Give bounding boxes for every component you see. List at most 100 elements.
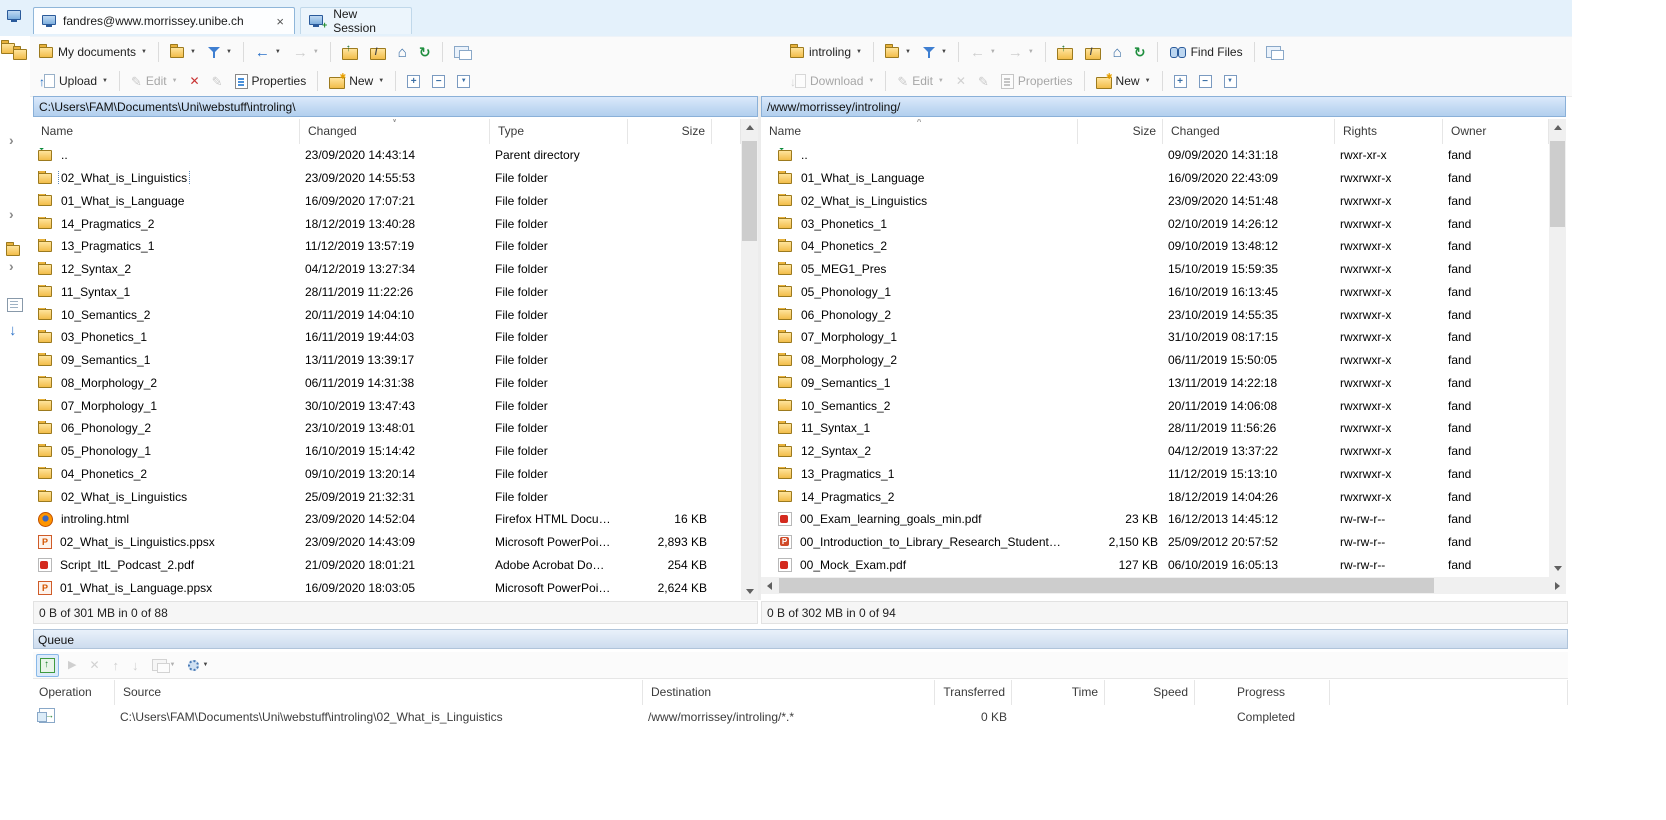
filter-button[interactable]: ▼: [203, 42, 237, 62]
home-directory-button[interactable]: ⌂: [393, 41, 412, 64]
table-row[interactable]: 11_Syntax_1 28/11/2019 11:22:26 File fol…: [33, 281, 741, 304]
table-row[interactable]: 06_Phonology_2 23/10/2019 14:55:35 rwxrw…: [761, 303, 1549, 326]
file-name-cell[interactable]: 08_Morphology_2: [761, 353, 1078, 367]
rename-button[interactable]: ✎: [207, 71, 228, 92]
scrollbar-thumb[interactable]: [742, 141, 757, 241]
download-button[interactable]: Download ▼: [785, 70, 879, 92]
table-row[interactable]: 04_Phonetics_2 09/10/2019 13:20:14 File …: [33, 463, 741, 486]
column-header-type[interactable]: Type: [490, 119, 628, 144]
queue-operations-button[interactable]: ▼: [148, 655, 180, 675]
refresh-button[interactable]: ↻: [414, 41, 436, 63]
remote-unselect-button[interactable]: −: [1194, 71, 1217, 92]
table-row[interactable]: 05_Phonology_1 16/10/2019 15:14:42 File …: [33, 440, 741, 463]
file-name-cell[interactable]: 08_Morphology_2: [33, 376, 300, 390]
table-row[interactable]: 09_Semantics_1 13/11/2019 13:39:17 File …: [33, 349, 741, 372]
file-name-cell[interactable]: 00_Introduction_to_Library_Research_Stud…: [761, 535, 1078, 549]
table-row[interactable]: 14_Pragmatics_2 18/12/2019 14:04:26 rwxr…: [761, 485, 1549, 508]
remote-forward-button[interactable]: → ▼: [1003, 41, 1039, 64]
table-row[interactable]: 11_Syntax_1 28/11/2019 11:56:26 rwxrwxr-…: [761, 417, 1549, 440]
forward-button[interactable]: → ▼: [288, 41, 324, 64]
table-row[interactable]: 01_What_is_Language 16/09/2020 17:07:21 …: [33, 190, 741, 213]
close-tab-icon[interactable]: ×: [274, 15, 286, 28]
table-row[interactable]: 09_Semantics_1 13/11/2019 14:22:18 rwxrw…: [761, 372, 1549, 395]
file-name-cell[interactable]: 09_Semantics_1: [761, 376, 1078, 390]
remote-file-list[interactable]: .. 09/09/2020 14:31:18 rwxr-xr-x fand 01…: [761, 144, 1549, 576]
file-name-cell[interactable]: 02_What_is_Linguistics: [33, 490, 300, 504]
file-name-cell[interactable]: ..: [761, 148, 1078, 162]
open-in-new-window-button[interactable]: [449, 42, 474, 62]
queue-header-speed[interactable]: Speed: [1105, 680, 1195, 705]
table-row[interactable]: 00_Mock_Exam.pdf 127 KB 06/10/2019 16:05…: [761, 554, 1549, 577]
remote-path-bar[interactable]: /www/morrissey/introling/: [761, 96, 1566, 117]
file-name-cell[interactable]: 05_Phonology_1: [33, 444, 300, 458]
table-row[interactable]: 02_What_is_Linguistics 23/09/2020 14:55:…: [33, 167, 741, 190]
file-name-cell[interactable]: 02_What_is_Linguistics.ppsx: [33, 535, 300, 549]
file-name-cell[interactable]: 01_What_is_Language: [33, 194, 300, 208]
vertical-scrollbar[interactable]: [741, 119, 758, 600]
remote-rename-button[interactable]: ✎: [973, 71, 994, 92]
table-row[interactable]: 03_Phonetics_1 16/11/2019 19:44:03 File …: [33, 326, 741, 349]
local-drive-combo[interactable]: My documents ▼: [34, 41, 152, 63]
table-row[interactable]: 10_Semantics_2 20/11/2019 14:06:08 rwxrw…: [761, 394, 1549, 417]
table-row[interactable]: 06_Phonology_2 23/10/2019 13:48:01 File …: [33, 417, 741, 440]
file-name-cell[interactable]: introling.html: [33, 512, 300, 527]
table-row[interactable]: 07_Morphology_1 31/10/2019 08:17:15 rwxr…: [761, 326, 1549, 349]
column-header-size[interactable]: Size: [1078, 119, 1163, 144]
remote-back-button[interactable]: → ▼: [965, 41, 1001, 64]
file-name-cell[interactable]: 01_What_is_Language: [761, 171, 1078, 185]
table-row[interactable]: 10_Semantics_2 20/11/2019 14:04:10 File …: [33, 303, 741, 326]
delete-button[interactable]: ✕: [185, 71, 205, 91]
remote-root-directory-button[interactable]: [1080, 41, 1106, 64]
file-name-cell[interactable]: ..: [33, 148, 300, 162]
file-name-cell[interactable]: 13_Pragmatics_1: [761, 467, 1078, 481]
table-row[interactable]: 12_Syntax_2 04/12/2019 13:27:34 File fol…: [33, 258, 741, 281]
selection-menu-button[interactable]: ▼: [452, 71, 475, 92]
column-header-changed[interactable]: ∨Changed: [300, 119, 490, 144]
file-name-cell[interactable]: 07_Morphology_1: [761, 330, 1078, 344]
table-row[interactable]: 08_Morphology_2 06/11/2019 14:31:38 File…: [33, 372, 741, 395]
new-session-tab[interactable]: + New Session: [300, 7, 412, 34]
scroll-up-button[interactable]: [1549, 119, 1566, 136]
remote-home-directory-button[interactable]: ⌂: [1108, 41, 1127, 64]
file-name-cell[interactable]: 02_What_is_Linguistics: [761, 194, 1078, 208]
session-tab[interactable]: fandres@www.morrissey.unibe.ch ×: [33, 7, 295, 34]
scroll-down-button[interactable]: [1549, 560, 1566, 577]
find-files-button[interactable]: Find Files: [1164, 41, 1248, 63]
queue-resume-button[interactable]: ▶: [64, 656, 80, 675]
root-directory-button[interactable]: [365, 41, 391, 64]
remote-open-directory-button[interactable]: ▼: [880, 42, 916, 63]
table-row[interactable]: 00_Introduction_to_Library_Research_Stud…: [761, 531, 1549, 554]
remote-filter-button[interactable]: ▼: [918, 42, 952, 62]
scrollbar-thumb[interactable]: [779, 578, 1434, 593]
table-row[interactable]: 01_What_is_Language.ppsx 16/09/2020 18:0…: [33, 576, 741, 599]
file-name-cell[interactable]: 11_Syntax_1: [761, 421, 1078, 435]
file-name-cell[interactable]: 00_Exam_learning_goals_min.pdf: [761, 512, 1078, 526]
queue-move-down-button[interactable]: ↓: [128, 655, 143, 676]
table-row[interactable]: 02_What_is_Linguistics 23/09/2020 14:51:…: [761, 190, 1549, 213]
remote-edit-button[interactable]: ✎ Edit ▼: [892, 70, 949, 92]
file-name-cell[interactable]: 09_Semantics_1: [33, 353, 300, 367]
file-name-cell[interactable]: 11_Syntax_1: [33, 285, 300, 299]
table-row[interactable]: 04_Phonetics_2 09/10/2019 13:48:12 rwxrw…: [761, 235, 1549, 258]
table-row[interactable]: 14_Pragmatics_2 18/12/2019 13:40:28 File…: [33, 212, 741, 235]
queue-header-destination[interactable]: Destination: [643, 680, 935, 705]
file-name-cell[interactable]: 10_Semantics_2: [761, 399, 1078, 413]
file-name-cell[interactable]: 06_Phonology_2: [33, 421, 300, 435]
remote-delete-button[interactable]: ✕: [951, 71, 971, 91]
back-button[interactable]: ← ▼: [250, 41, 286, 64]
table-row[interactable]: .. 09/09/2020 14:31:18 rwxr-xr-x fand: [761, 144, 1549, 167]
unselect-button[interactable]: −: [427, 71, 450, 92]
queue-header-progress[interactable]: Progress: [1195, 680, 1330, 705]
file-name-cell[interactable]: 04_Phonetics_2: [33, 467, 300, 481]
column-header-rights[interactable]: Rights: [1335, 119, 1443, 144]
file-name-cell[interactable]: 13_Pragmatics_1: [33, 239, 300, 253]
properties-button[interactable]: Properties: [230, 70, 312, 93]
file-name-cell[interactable]: 07_Morphology_1: [33, 399, 300, 413]
table-row[interactable]: 05_Phonology_1 16/10/2019 16:13:45 rwxrw…: [761, 281, 1549, 304]
column-header-name[interactable]: ∧Name: [761, 119, 1078, 144]
remote-select-button[interactable]: +: [1169, 71, 1192, 92]
queue-header-operation[interactable]: Operation: [33, 680, 115, 705]
remote-refresh-button[interactable]: ↻: [1129, 41, 1151, 63]
upload-button[interactable]: Upload ▼: [34, 70, 113, 92]
queue-header-time[interactable]: Time: [1012, 680, 1105, 705]
